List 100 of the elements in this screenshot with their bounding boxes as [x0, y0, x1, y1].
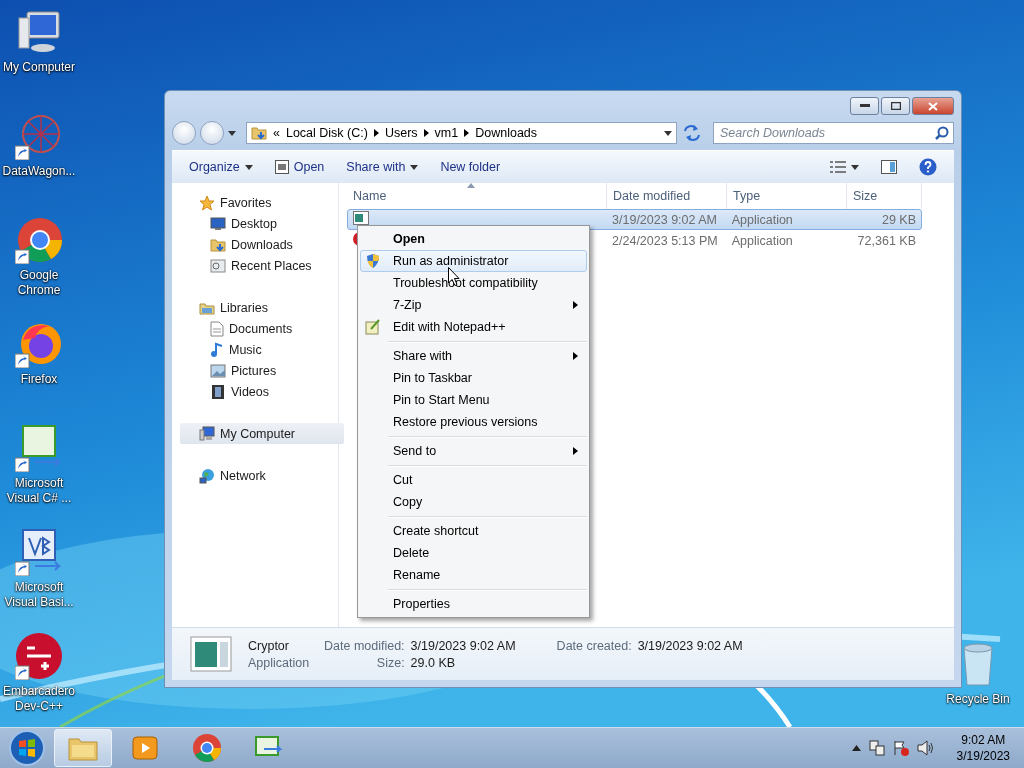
nav-item[interactable]: Music: [180, 339, 344, 360]
search-field[interactable]: Search Downloads: [713, 122, 954, 144]
folder-icon: [210, 236, 226, 253]
chevron-right-icon: [573, 301, 578, 309]
detail-value: 3/19/2023 9:02 AM: [410, 638, 517, 653]
nav-item[interactable]: Videos: [180, 381, 344, 402]
minimize-icon: [859, 104, 870, 108]
caret-icon: [228, 130, 236, 136]
flag-alert-icon[interactable]: [892, 740, 909, 756]
close-button[interactable]: [912, 97, 954, 115]
nav-item[interactable]: Network: [180, 465, 344, 486]
chevron-right-icon: [373, 129, 379, 137]
toolbar-button[interactable]: Organize: [180, 156, 262, 178]
size-cell-text: 29 KB: [880, 212, 917, 227]
detail-value: 3/19/2023 9:02 AM: [637, 638, 743, 653]
nav-item[interactable]: Documents: [180, 318, 344, 339]
document-icon: [210, 320, 224, 337]
detail-label: Size:: [375, 655, 405, 670]
icon-label: Microsoft Visual C# ...: [5, 476, 73, 506]
refresh-icon[interactable]: [681, 123, 703, 143]
visual-basic-icon[interactable]: [15, 528, 63, 576]
folder-icon: [68, 735, 98, 761]
monitor-icon: [210, 216, 226, 231]
help-icon: [919, 158, 937, 176]
nav-item[interactable]: Libraries: [180, 297, 344, 318]
icon-label: Microsoft Visual Basi...: [3, 580, 75, 610]
breadcrumb[interactable]: Local Disk (C:): [285, 126, 368, 140]
caret-icon: [664, 130, 672, 136]
chevron-right-icon: [423, 129, 429, 137]
maximize-button[interactable]: [881, 97, 910, 115]
list-view-icon: [830, 161, 846, 173]
sort-arrow-icon: [467, 183, 475, 188]
star-icon: [199, 194, 215, 211]
icon-label: My Computer: [2, 60, 76, 75]
nav-item[interactable]: Desktop: [180, 213, 344, 234]
icon-label: Embarcadero Dev-C++: [1, 684, 76, 714]
address-bar[interactable]: « Local Disk (C:) Users vm1 Downloads: [246, 122, 677, 144]
recent-places-icon: [210, 257, 226, 274]
type-cell-text: Application: [730, 212, 794, 227]
menu-item[interactable]: Delete: [360, 542, 587, 564]
speaker-icon[interactable]: [916, 740, 935, 756]
network-icon[interactable]: [868, 740, 885, 756]
caret-up-icon[interactable]: [851, 745, 861, 751]
chrome-icon[interactable]: [15, 216, 63, 264]
nav-item[interactable]: Favorites: [180, 192, 344, 213]
menu-item[interactable]: 7-Zip: [360, 294, 587, 316]
address-overflow[interactable]: «: [273, 126, 280, 140]
csharp-icon[interactable]: [15, 424, 63, 472]
recycle-bin-icon[interactable]: [961, 642, 995, 686]
pictures-icon: [210, 363, 226, 378]
minimize-button[interactable]: [850, 97, 879, 115]
date-cell-text: 3/19/2023 9:02 AM: [611, 212, 718, 227]
window-icon: [274, 160, 289, 174]
breadcrumb[interactable]: Users: [384, 126, 418, 140]
menu-item[interactable]: Rename: [360, 564, 587, 586]
breadcrumb[interactable]: Downloads: [475, 126, 538, 140]
chevron-right-icon: [573, 447, 578, 455]
folder-icon: [251, 125, 267, 141]
menu-item[interactable]: Properties: [360, 593, 587, 615]
media-player-icon: [131, 735, 159, 761]
menu-item[interactable]: Open: [360, 228, 587, 250]
toolbar-button[interactable]: Open: [265, 156, 334, 178]
detail-label: Date created:: [556, 638, 632, 653]
globe-icon: [199, 467, 215, 484]
breadcrumb[interactable]: vm1: [434, 126, 459, 140]
application-icon: [190, 636, 232, 672]
caret-icon: [851, 164, 859, 170]
search-icon[interactable]: [935, 126, 949, 140]
chevron-right-icon: [464, 129, 470, 137]
caret-icon: [410, 164, 419, 170]
menu-item[interactable]: Send to: [360, 440, 587, 462]
menu-item[interactable]: Copy: [360, 491, 587, 513]
menu-item[interactable]: Share with: [360, 345, 587, 367]
nav-item[interactable]: Downloads: [180, 234, 344, 255]
menu-item[interactable]: Create shortcut: [360, 520, 587, 542]
chrome-icon: [192, 733, 222, 763]
preview-pane-icon: [881, 160, 897, 174]
menu-item[interactable]: Restore previous versions: [360, 411, 587, 433]
nav-item[interactable]: My Computer: [180, 423, 344, 444]
menu-item[interactable]: Edit with Notepad++: [360, 316, 587, 338]
notepad-icon: [365, 319, 381, 335]
menu-item[interactable]: Run as administrator: [360, 250, 587, 272]
size-cell-text: 72,361 KB: [856, 233, 917, 248]
clock[interactable]: 9:02 AM 3/19/2023: [956, 732, 1010, 764]
computer-icon: [199, 425, 215, 442]
menu-item[interactable]: Troubleshoot compatibility: [360, 272, 587, 294]
network-graph-icon[interactable]: [15, 112, 63, 160]
nav-item[interactable]: Recent Places: [180, 255, 344, 276]
menu-item[interactable]: Pin to Taskbar: [360, 367, 587, 389]
date-cell-text: 2/24/2023 5:13 PM: [611, 233, 719, 248]
music-note-icon: [210, 341, 224, 358]
toolbar-button[interactable]: Share with: [337, 156, 428, 178]
menu-item[interactable]: Cut: [360, 469, 587, 491]
file-type: Application: [248, 655, 308, 670]
chevron-right-icon: [573, 352, 578, 360]
detail-value: 29.0 KB: [410, 655, 457, 670]
toolbar-button[interactable]: New folder: [431, 156, 510, 178]
nav-item[interactable]: Pictures: [180, 360, 344, 381]
menu-item[interactable]: Pin to Start Menu: [360, 389, 587, 411]
dev-cpp-icon[interactable]: [15, 632, 63, 680]
